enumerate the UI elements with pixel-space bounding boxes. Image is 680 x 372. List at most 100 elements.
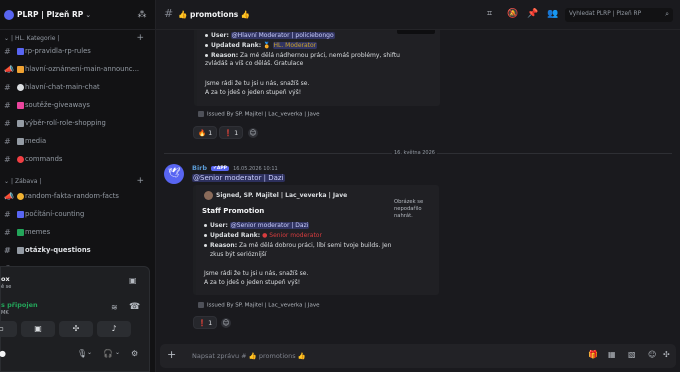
flag-icon	[198, 302, 204, 308]
chevron-down-icon[interactable]: ⌄	[115, 349, 120, 356]
channel-hlavni-oznameni[interactable]: 📣 hlavní-oznámení-main-announc...	[4, 61, 152, 77]
user-mention[interactable]: @Senior moderator | Dazi	[192, 174, 285, 182]
embed-reason-line: Reason: Za mě dělá dobrou práci, líbí se…	[204, 242, 391, 249]
reaction-exclamation[interactable]: ❗ 1	[193, 316, 218, 329]
role-icon: ●	[262, 232, 268, 239]
channel-otazky[interactable]: # otázky-questions	[4, 242, 152, 258]
chevron-down-icon: ⌄	[85, 10, 92, 19]
user-mention[interactable]: @Senior moderator | Dazi	[229, 222, 310, 229]
message-composer[interactable]: + Napsat zprávu # 👍 promotions 👍 🎁 ▦ ▧ ☺…	[160, 344, 676, 368]
screen-share-icon[interactable]: ▣	[129, 276, 141, 286]
embed-rank-line: Updated Rank: 🏅 HL. Moderator	[205, 42, 318, 49]
user-status: ě se	[1, 284, 12, 290]
add-reaction-button[interactable]: ☺	[248, 128, 258, 138]
channel-memes[interactable]: # memes	[4, 224, 152, 240]
channel-vyber-roli[interactable]: # výběr-rolí-role-shopping	[4, 115, 152, 131]
author-name[interactable]: Birb	[192, 164, 207, 172]
role-mention[interactable]: HL. Moderator	[272, 42, 318, 49]
camera-button[interactable]: ▭	[0, 321, 17, 337]
emoji-icon	[17, 228, 24, 236]
exclamation-icon: ❗	[198, 318, 207, 327]
avatar[interactable]: 🕊	[164, 164, 184, 184]
hashtag-icon: #	[4, 227, 11, 237]
channel-random-fakta[interactable]: 📣 random-fakta-random-facts	[4, 188, 152, 204]
channel-hlavni-chat[interactable]: # hlavní-chat-main-chat	[4, 79, 152, 95]
channel-label: commands	[25, 155, 63, 163]
channel-pocitani[interactable]: # počítání-counting	[4, 206, 152, 222]
embed-rank-line: Updated Rank: ● Senior moderator	[204, 232, 322, 239]
role-mention[interactable]: Senior moderator	[269, 232, 322, 239]
emoji-icon	[17, 246, 24, 254]
activities-button[interactable]: ✣	[59, 321, 93, 337]
microphone-icon[interactable]: 🎙	[77, 349, 87, 358]
emoji-picker-icon[interactable]: ☺	[648, 350, 656, 359]
threads-icon[interactable]: ⌗	[487, 9, 492, 19]
message-header: Birb ✔APP 16.05.2026 10:11	[192, 164, 278, 172]
bullet-icon	[204, 234, 207, 237]
soundboard-icon: ♪	[111, 324, 117, 333]
circle-icon	[17, 155, 24, 163]
speech-bubble-icon	[17, 83, 24, 91]
channel-title-text: promotions	[189, 10, 239, 19]
gift-icon[interactable]: 🎁	[588, 350, 598, 359]
search-input[interactable]: Vyhledat PLRP | Plzeň RP ⌕	[565, 8, 673, 22]
bullet-icon	[205, 54, 208, 57]
channel-rp-pravidla[interactable]: # rp-pravidla-rp-rules	[4, 43, 152, 59]
channel-title: 👍 promotions 👍	[178, 10, 251, 19]
channel-label: výběr-rolí-role-shopping	[25, 119, 106, 127]
date-divider-label: 16. května 2026	[392, 150, 437, 156]
channel-souteze[interactable]: # soutěže-giveaways	[4, 97, 152, 113]
channel-label: hlavní-chat-main-chat	[25, 83, 100, 91]
emoji-icon	[17, 47, 24, 55]
embed-footer: Issued By SP. Majitel | Lac_veverka | Ja…	[198, 302, 319, 309]
screen-share-button[interactable]: ▣	[21, 321, 55, 337]
apps-icon[interactable]: ✣	[663, 350, 670, 359]
add-channel-icon[interactable]: +	[136, 176, 144, 186]
reaction-fire[interactable]: 🔥 1	[193, 126, 218, 139]
channel-commands[interactable]: # commands	[4, 151, 152, 167]
notification-bell-icon[interactable]: 🔕	[507, 9, 518, 19]
embed-card: Signed, SP. Majitel | Lac_veverka | Jave…	[193, 185, 439, 295]
headphones-icon[interactable]: 🎧	[103, 349, 113, 358]
voice-status: s připojen	[1, 301, 38, 309]
add-channel-icon[interactable]: +	[136, 33, 144, 43]
gear-icon[interactable]: ⚙	[131, 349, 138, 358]
category-zabava[interactable]: ⌄ | Zábava | +	[0, 175, 156, 187]
message-input[interactable]: Napsat zprávu # 👍 promotions 👍	[192, 352, 306, 360]
avatar[interactable]: ●	[0, 349, 6, 358]
noise-suppression-icon[interactable]: ≋	[111, 303, 118, 312]
channel-label: rp-pravidla-rp-rules	[25, 47, 91, 55]
hashtag-icon: #	[4, 154, 11, 164]
disconnect-icon[interactable]: ☎	[129, 302, 140, 312]
user-mention[interactable]: @Hlavní Moderator | policiebongo	[230, 32, 335, 39]
hashtag-icon: #	[4, 245, 11, 255]
pin-icon[interactable]: 📌	[527, 9, 538, 19]
hashtag-icon: #	[164, 7, 174, 20]
server-header[interactable]: PLRP | Plzeň RP ⌄ ⁂	[0, 0, 156, 30]
reaction-exclamation[interactable]: ❗ 1	[219, 126, 244, 139]
channel-label: hlavní-oznámení-main-announc...	[25, 65, 140, 73]
channel-label: otázky-questions	[25, 246, 91, 254]
chevron-down-icon[interactable]: ⌄	[87, 349, 92, 356]
add-attachment-icon[interactable]: +	[167, 348, 176, 361]
screen-share-icon: ▣	[34, 324, 42, 333]
member-list-icon[interactable]: 👥	[547, 9, 558, 19]
channel-media[interactable]: # media	[4, 133, 152, 149]
sticker-icon[interactable]: ▧	[628, 350, 636, 359]
image-failed-placeholder: Obrázek se nepodařilo nahrát.	[394, 199, 424, 219]
server-icon	[4, 9, 14, 20]
soundboard-button[interactable]: ♪	[97, 321, 131, 337]
add-member-icon[interactable]: ⁂	[136, 9, 148, 21]
exclamation-icon: ❗	[224, 128, 233, 137]
numbers-icon	[17, 210, 24, 218]
add-reaction-button[interactable]: ☺	[221, 318, 231, 328]
gif-icon[interactable]: ▦	[608, 350, 616, 359]
hashtag-icon: #	[4, 46, 11, 56]
avatar	[204, 191, 213, 200]
channel-label: media	[25, 137, 47, 145]
hashtag-icon: #	[4, 209, 11, 219]
category-label: | HL. Kategorie |	[11, 34, 60, 42]
search-placeholder: Vyhledat PLRP | Plzeň RP	[569, 11, 642, 17]
flag-icon	[198, 111, 204, 117]
embed-thumbnail	[397, 30, 435, 34]
